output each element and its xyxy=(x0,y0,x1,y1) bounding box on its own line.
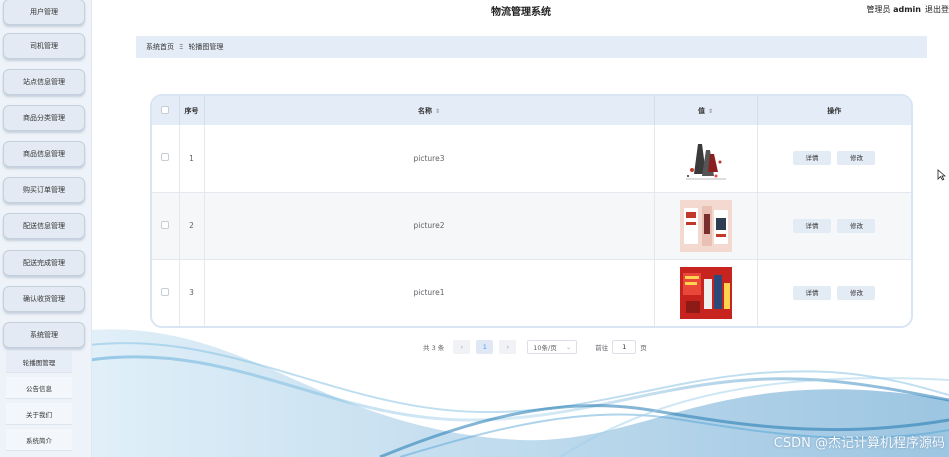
page-suffix: 页 xyxy=(640,343,647,352)
carousel-image-thumbnail[interactable] xyxy=(679,266,732,319)
row-checkbox[interactable] xyxy=(161,220,170,229)
sort-icon[interactable]: ⇕ xyxy=(708,108,713,115)
admin-info: 管理员 admin xyxy=(866,5,921,14)
sidebar-item-station-management[interactable]: 站点信息管理 xyxy=(3,69,85,95)
chevron-down-icon: ⌄ xyxy=(565,342,572,351)
sidebar-subitem-notice[interactable]: 公告信息 xyxy=(6,377,72,399)
logout-link[interactable]: 退出登录 xyxy=(925,4,949,15)
sidebar-item-user-management[interactable]: 用户管理 xyxy=(3,0,85,25)
page-title: 物流管理系统 xyxy=(491,7,551,18)
row-index: 3 xyxy=(179,259,205,326)
column-header-index: 序号 xyxy=(179,96,205,125)
goto-label: 前往 xyxy=(595,343,609,352)
page-size-select[interactable]: 10条/页 ⌄ xyxy=(527,339,578,354)
data-table-panel: 序号 名称 ⇕ 值 ⇕ 操作 1 picture3 详情 修改 2 pictur… xyxy=(150,94,913,328)
prev-page-button[interactable]: ‹ xyxy=(453,339,471,354)
detail-button[interactable]: 详情 xyxy=(793,151,832,166)
sidebar-subitem-about[interactable]: 关于我们 xyxy=(6,403,72,425)
carousel-table: 序号 名称 ⇕ 值 ⇕ 操作 1 picture3 详情 修改 2 pictur… xyxy=(152,96,911,326)
pagination-total: 共 3 条 xyxy=(423,343,445,352)
column-header-actions: 操作 xyxy=(757,96,911,125)
sidebar-item-driver-management[interactable]: 司机管理 xyxy=(3,33,85,59)
sidebar-subitem-intro[interactable]: 系统简介 xyxy=(6,429,72,451)
carousel-image-thumbnail[interactable] xyxy=(679,132,732,185)
table-row: 3 picture1 详情 修改 xyxy=(152,259,911,326)
breadcrumb-current: 轮播图管理 xyxy=(188,43,224,51)
row-name: picture3 xyxy=(204,125,655,193)
table-row: 1 picture3 详情 修改 xyxy=(152,125,911,193)
carousel-image-thumbnail[interactable] xyxy=(679,199,732,252)
table-header-row: 序号 名称 ⇕ 值 ⇕ 操作 xyxy=(152,96,911,125)
sort-icon[interactable]: ⇕ xyxy=(435,108,440,115)
sidebar-item-delivery-management[interactable]: 配送信息管理 xyxy=(3,213,85,239)
mouse-cursor-icon xyxy=(937,169,946,181)
edit-button[interactable]: 修改 xyxy=(837,151,876,166)
row-checkbox[interactable] xyxy=(161,287,170,296)
goto-page-input[interactable]: 1 xyxy=(612,339,637,354)
sidebar-item-category-management[interactable]: 商品分类管理 xyxy=(3,105,85,131)
watermark-text: CSDN @杰记计算机程序源码 xyxy=(773,436,945,451)
next-page-button[interactable]: › xyxy=(499,339,517,354)
pagination: 共 3 条 ‹ 1 › 10条/页 ⌄ 前往 1 页 xyxy=(423,339,647,354)
detail-button[interactable]: 详情 xyxy=(793,218,832,233)
column-header-name[interactable]: 名称 ⇕ xyxy=(204,96,655,125)
sidebar-item-system-management[interactable]: 系统管理 xyxy=(3,322,85,348)
table-row: 2 picture2 详情 修改 xyxy=(152,192,911,260)
sidebar: 用户管理 司机管理 站点信息管理 商品分类管理 商品信息管理 购买订单管理 配送… xyxy=(0,0,92,457)
page-number-button[interactable]: 1 xyxy=(476,339,494,354)
sidebar-subitem-carousel[interactable]: 轮播图管理 xyxy=(6,351,72,373)
column-header-value[interactable]: 值 ⇕ xyxy=(654,96,758,125)
row-index: 1 xyxy=(179,125,205,193)
admin-name: admin xyxy=(893,5,921,14)
sidebar-item-product-management[interactable]: 商品信息管理 xyxy=(3,141,85,167)
select-all-cell xyxy=(152,96,180,125)
select-all-checkbox[interactable] xyxy=(161,105,170,114)
row-name: picture1 xyxy=(204,259,655,326)
sidebar-item-order-management[interactable]: 购买订单管理 xyxy=(3,177,85,203)
row-checkbox[interactable] xyxy=(161,153,170,162)
row-name: picture2 xyxy=(204,192,655,260)
sidebar-item-receipt-confirm[interactable]: 确认收货管理 xyxy=(3,286,85,312)
sidebar-item-delivery-complete[interactable]: 配送完成管理 xyxy=(3,250,85,276)
row-index: 2 xyxy=(179,192,205,260)
top-header: 物流管理系统 管理员 admin 退出登录 xyxy=(93,0,949,22)
edit-button[interactable]: 修改 xyxy=(837,285,876,300)
edit-button[interactable]: 修改 xyxy=(837,218,876,233)
breadcrumb-separator: Ξ xyxy=(179,43,184,51)
detail-button[interactable]: 详情 xyxy=(793,285,832,300)
breadcrumb: 系统首页 Ξ 轮播图管理 xyxy=(136,36,927,58)
breadcrumb-home[interactable]: 系统首页 xyxy=(146,42,174,52)
